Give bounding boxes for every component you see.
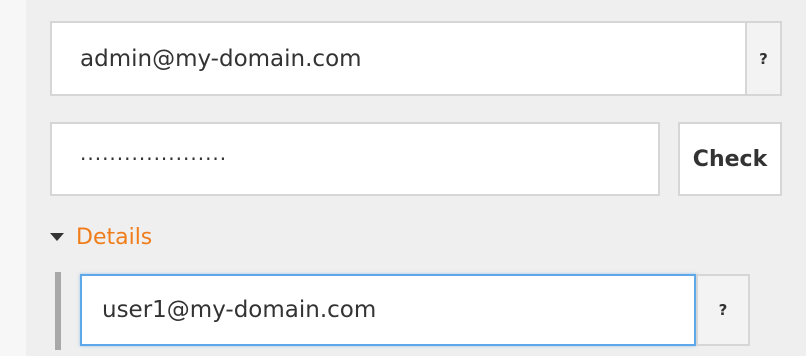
email-field-group: ? [50, 21, 782, 96]
email-help-button[interactable]: ? [747, 21, 782, 96]
details-toggle[interactable]: Details [50, 222, 152, 252]
password-field[interactable] [50, 122, 660, 196]
caret-down-icon [50, 233, 64, 241]
detail-email-field-group: ? [80, 274, 750, 346]
password-field-group: Check [50, 122, 782, 196]
email-field[interactable] [50, 21, 747, 96]
detail-email-help-button[interactable]: ? [696, 274, 750, 346]
detail-email-field[interactable] [80, 274, 696, 346]
details-label: Details [76, 224, 153, 250]
left-edge-band [0, 0, 26, 356]
details-indent-rule [55, 272, 61, 350]
check-button[interactable]: Check [678, 122, 782, 196]
